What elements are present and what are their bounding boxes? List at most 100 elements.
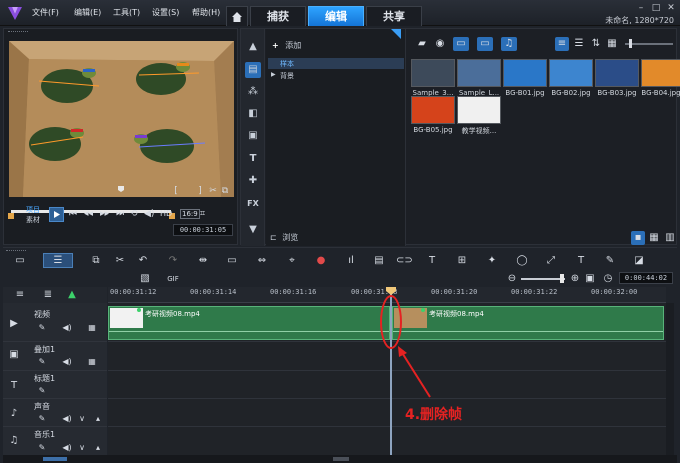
mode-clip-label[interactable]: 素材 <box>26 215 40 225</box>
tri-icon[interactable]: ▴ <box>91 441 105 455</box>
home-tab[interactable] <box>226 6 248 26</box>
audio-mixer-icon[interactable]: ıl <box>344 254 358 268</box>
tab-share[interactable]: 共享 <box>366 6 422 26</box>
lock-icon[interactable]: ✎ <box>35 384 49 398</box>
maximize-icon[interactable]: □ <box>649 3 663 13</box>
motion-icon[interactable]: ✦ <box>485 254 499 268</box>
media-thumb[interactable] <box>641 59 680 87</box>
prev-frame-icon[interactable]: ◂◂ <box>84 209 93 219</box>
menu-edit[interactable]: 编辑(E) <box>74 7 101 18</box>
browse-button[interactable]: ⊏ 浏览 <box>270 232 298 243</box>
sort-icon[interactable]: ⇅ <box>589 37 603 51</box>
zoom-slider[interactable] <box>521 278 565 280</box>
transition-icon[interactable]: ◧ <box>245 106 261 122</box>
lock-icon[interactable]: ✎ <box>35 355 49 369</box>
ripple-edit-icon[interactable]: ▲ <box>65 288 79 302</box>
audio-icon[interactable]: ◀) <box>60 441 74 455</box>
show-audio-icon[interactable]: ♫ <box>501 37 517 51</box>
media-thumb[interactable] <box>411 96 455 124</box>
timeline-view-icon[interactable]: ☰ <box>43 253 73 268</box>
panel-icon[interactable]: ▥ <box>663 231 677 245</box>
volume-icon[interactable]: ◀) <box>144 209 154 219</box>
redo-icon[interactable]: ↷ <box>166 254 180 268</box>
gif-icon[interactable]: GIF <box>166 272 180 286</box>
link-icon[interactable]: ⊂⊃ <box>396 254 413 268</box>
record-capture-icon[interactable]: ● <box>314 254 328 268</box>
open-folder-icon[interactable]: ▰ <box>415 37 429 51</box>
slider-thumb[interactable] <box>629 39 632 48</box>
zoom-slider-thumb[interactable] <box>560 274 564 283</box>
video-clip[interactable]: 考研视频08.mp4 <box>392 306 664 340</box>
menu-file[interactable]: 文件(F) <box>32 7 59 18</box>
graphics-icon[interactable]: ▣ <box>245 128 261 144</box>
transform-icon[interactable]: ⤢ <box>544 254 558 268</box>
instant-project-icon[interactable]: ⁂ <box>245 84 261 100</box>
video-clip[interactable]: 考研视频08.mp4 <box>108 306 390 340</box>
folder-item-background[interactable]: ▶ 背景 <box>268 70 404 81</box>
paint-icon[interactable]: ✎ <box>603 254 617 268</box>
horizontal-scrollbar[interactable] <box>3 455 677 463</box>
next-frame-icon[interactable]: ▸▸ <box>100 209 109 219</box>
media-icon[interactable]: ▤ <box>245 62 261 78</box>
close-icon[interactable]: ✕ <box>664 3 678 13</box>
scissors-icon[interactable]: ✂ <box>208 186 218 196</box>
panel-grip[interactable] <box>8 31 28 33</box>
clock-icon[interactable]: ◷ <box>601 272 615 286</box>
lock-icon[interactable]: ✎ <box>35 441 49 455</box>
title-icon[interactable]: T <box>245 151 261 167</box>
fit-project-icon[interactable]: ▣ <box>583 272 597 286</box>
tracker-icon[interactable]: ◪ <box>632 254 646 268</box>
minimize-icon[interactable]: – <box>634 3 648 13</box>
project-duration[interactable]: 0:00:44:02 <box>619 272 673 284</box>
show-video-icon[interactable]: ▭ <box>453 37 469 51</box>
fit-icon[interactable]: ⇹ <box>196 254 210 268</box>
copy-icon[interactable]: ⧉ <box>220 186 230 196</box>
scroll-up-icon[interactable]: ▲ <box>245 39 261 55</box>
track-manager-icon[interactable]: ≡ <box>13 288 27 302</box>
add-folder-button[interactable]: + 添加 <box>272 40 301 51</box>
mode-project-label[interactable]: 项目 <box>26 205 40 215</box>
record-icon[interactable]: ◉ <box>433 37 447 51</box>
media-thumb[interactable] <box>549 59 593 87</box>
preview-timecode[interactable]: 00:00:31:05 <box>173 224 233 236</box>
media-thumb[interactable] <box>457 96 501 124</box>
fx-icon[interactable]: FX <box>245 196 261 212</box>
list-view-icon[interactable]: ≡ <box>555 37 569 51</box>
trim-start-handle[interactable] <box>8 213 14 219</box>
scrollbar-grip[interactable] <box>333 457 349 461</box>
playhead-marker-icon[interactable] <box>386 287 396 295</box>
filter-icon[interactable]: ✚ <box>245 173 261 189</box>
play-button[interactable] <box>49 207 64 222</box>
dropdown-icon[interactable]: ∨ <box>75 412 89 426</box>
ripple-icon[interactable]: ▦ <box>85 355 99 369</box>
folder-item-sample[interactable]: 样本 <box>268 58 404 69</box>
subtitle-icon[interactable]: T <box>425 254 439 268</box>
end-frame-icon[interactable]: ⏭ <box>116 209 124 219</box>
scroll-down-icon[interactable]: ▼ <box>245 222 261 238</box>
detail-view-icon[interactable]: ☰ <box>572 37 586 51</box>
repeat-icon[interactable]: ⟲ <box>130 209 138 219</box>
show-photo-icon[interactable]: ▭ <box>477 37 493 51</box>
chapter-icon[interactable]: ▤ <box>372 254 386 268</box>
media-thumb[interactable] <box>503 59 547 87</box>
screen-icon[interactable]: ▭ <box>225 254 239 268</box>
mask-icon[interactable]: ◯ <box>515 254 529 268</box>
menu-help[interactable]: 帮助(H) <box>192 7 220 18</box>
undo-icon[interactable]: ↶ <box>136 254 150 268</box>
menu-tools[interactable]: 工具(T) <box>113 7 140 18</box>
panel-grip[interactable] <box>6 250 26 252</box>
media-thumb[interactable] <box>457 59 501 87</box>
tab-capture[interactable]: 捕获 <box>250 6 306 26</box>
add-chapter-icon[interactable]: ≣ <box>41 288 55 302</box>
menu-settings[interactable]: 设置(S) <box>152 7 179 18</box>
multicam-icon[interactable]: ⊞ <box>455 254 469 268</box>
zoom-in-icon[interactable]: ⊕ <box>568 272 582 286</box>
vertical-scrollbar[interactable] <box>666 303 674 458</box>
tab-edit[interactable]: 编辑 <box>308 6 364 26</box>
crop-tool-icon[interactable]: ⌖ <box>285 254 299 268</box>
split-icon[interactable]: ⇔ <box>255 254 269 268</box>
media-thumb[interactable] <box>595 59 639 87</box>
aspect-icon[interactable]: 16:9 <box>180 209 200 219</box>
scrubber-icon[interactable] <box>117 185 125 193</box>
home-frame-icon[interactable]: ⏮ <box>69 209 77 219</box>
